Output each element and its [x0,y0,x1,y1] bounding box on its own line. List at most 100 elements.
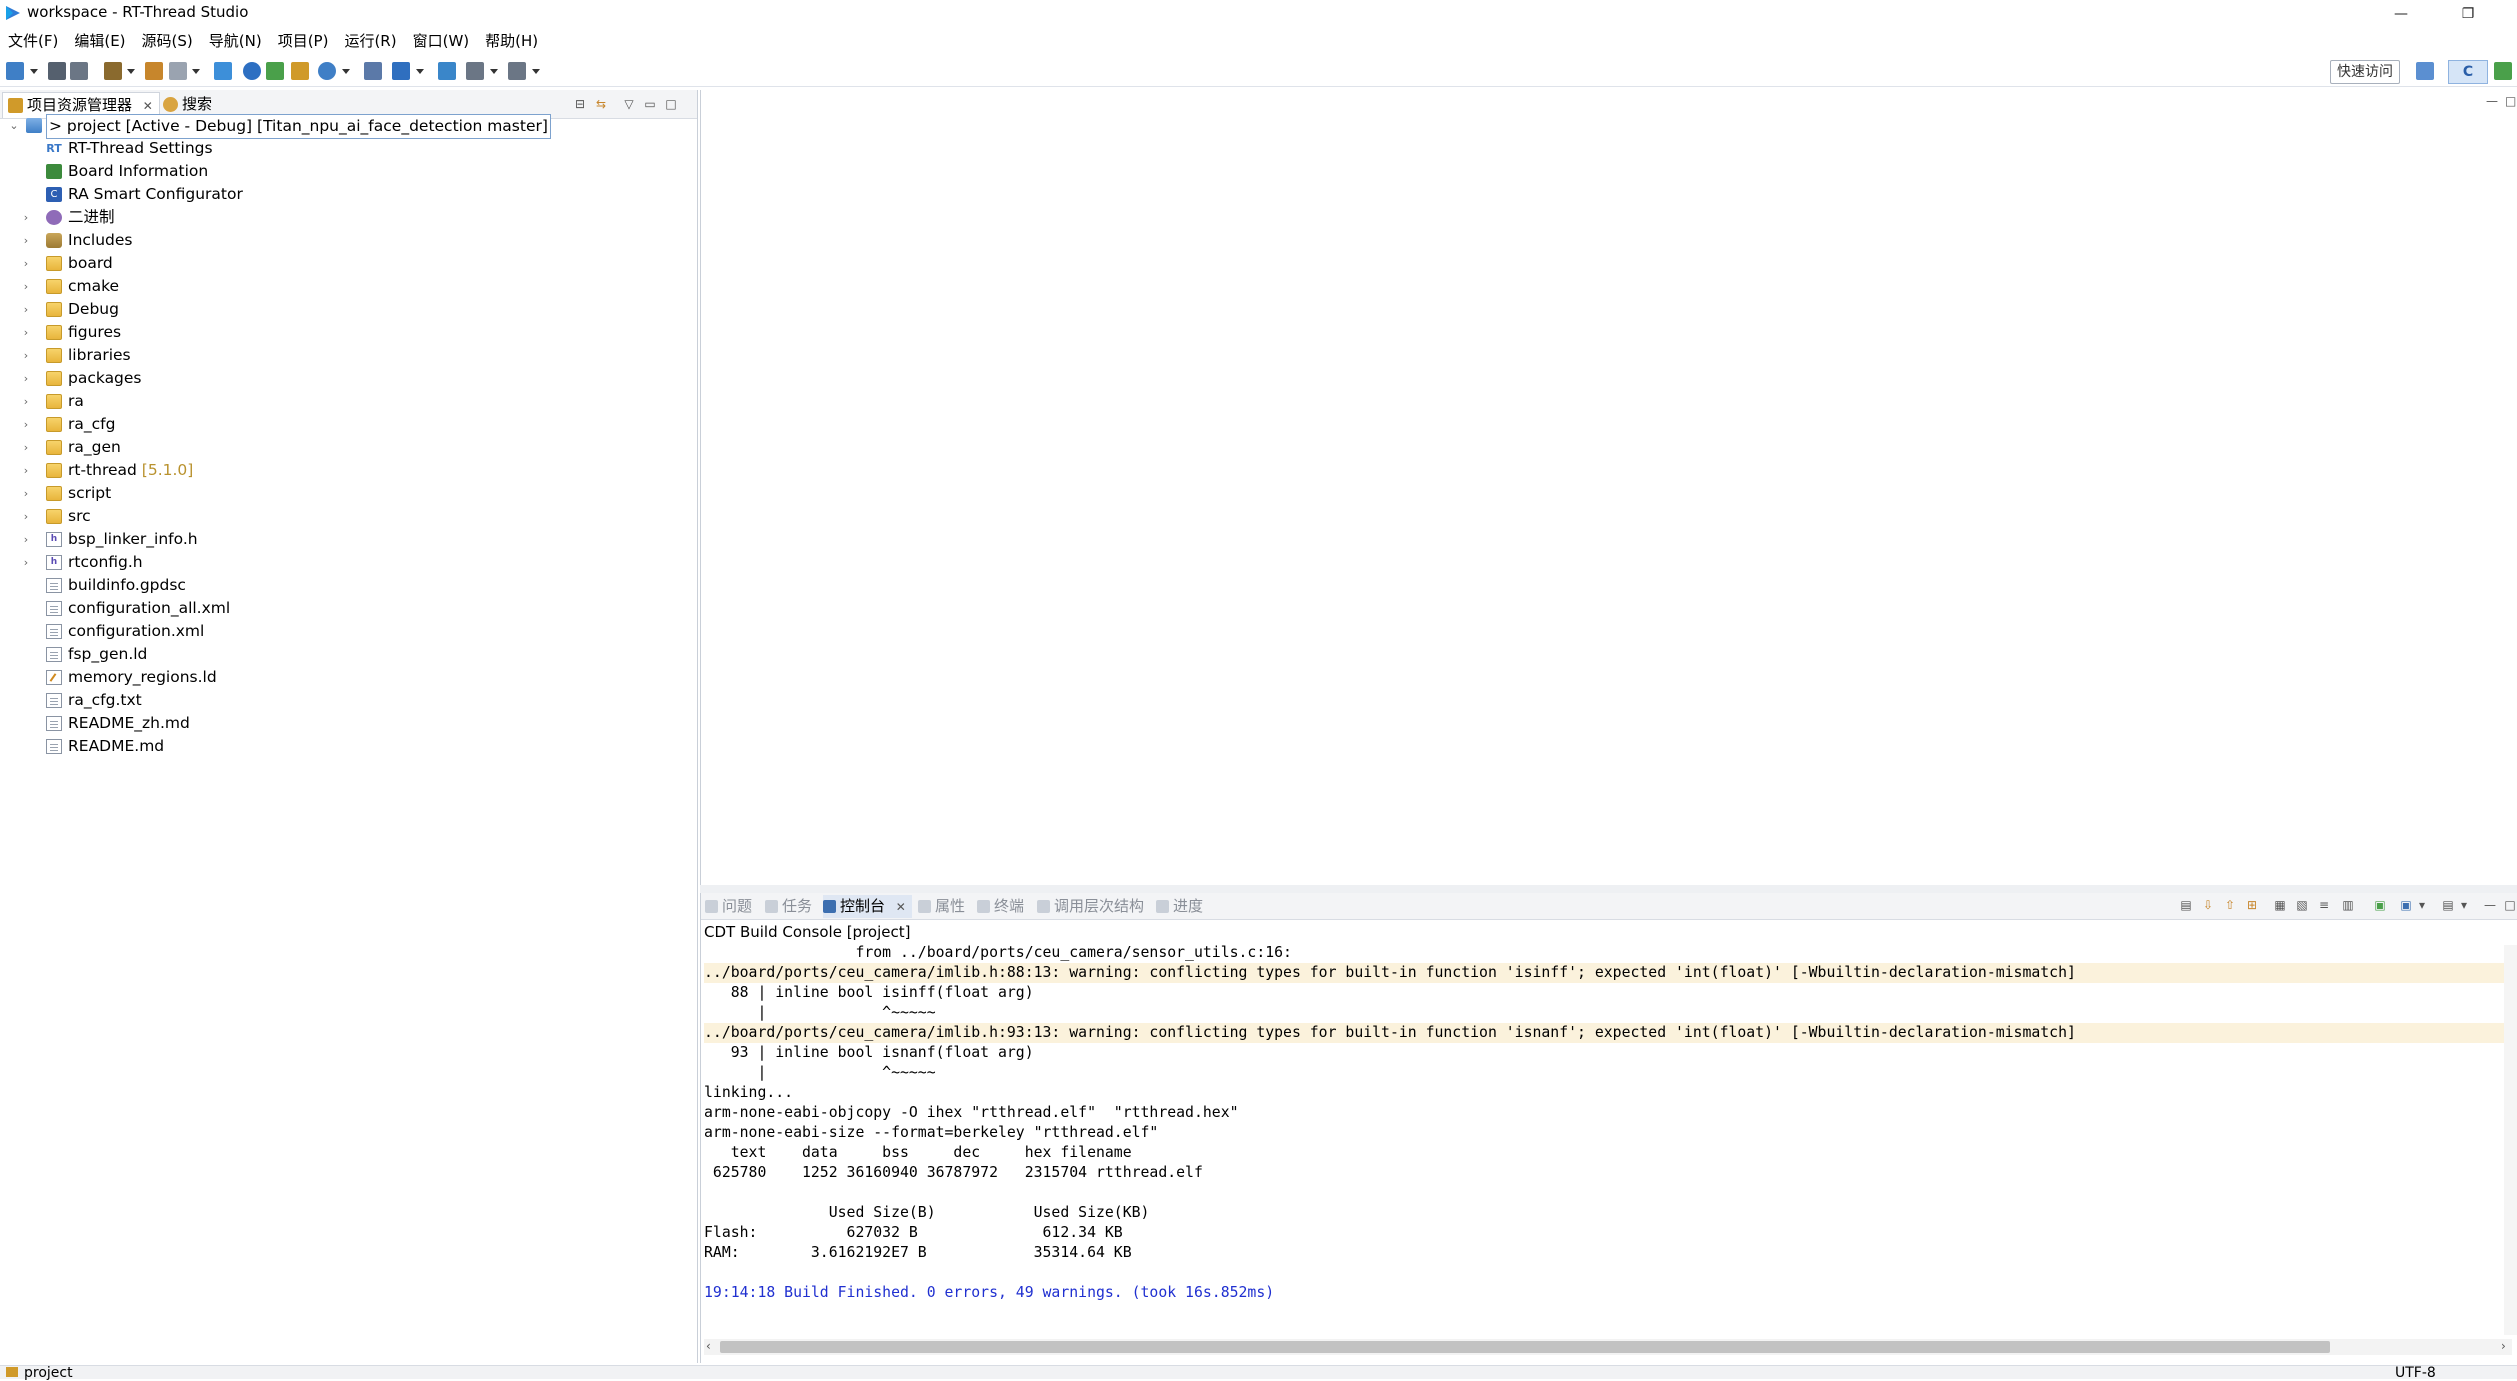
menu-file[interactable]: 文件(F) [0,29,66,53]
tree-item[interactable]: configuration_all.xml [0,597,697,620]
tree-item[interactable]: memory_regions.ld [0,666,697,689]
collapse-arrow-icon[interactable]: › [20,321,32,344]
back-arrow-icon[interactable] [466,62,484,80]
tree-item[interactable]: › cmake [0,275,697,298]
console-view-dropdown-icon[interactable]: ▾ [2457,899,2471,911]
close-console-icon[interactable]: ✕ [896,900,906,914]
collapse-arrow-icon[interactable]: › [20,275,32,298]
tree-item[interactable]: ra_cfg.txt [0,689,697,712]
console-output[interactable]: from ../board/ports/ceu_camera/sensor_ut… [704,943,2512,1333]
new-icon[interactable] [6,62,24,80]
tree-item[interactable]: › libraries [0,344,697,367]
collapse-arrow-icon[interactable]: › [20,528,32,551]
clean-icon[interactable] [169,62,187,80]
collapse-arrow-icon[interactable]: › [20,298,32,321]
word-wrap-icon[interactable]: ▦ [2273,899,2287,911]
restore-button[interactable]: ❐ [2445,0,2491,28]
tree-item[interactable]: › figures [0,321,697,344]
pin-console-icon[interactable]: ▧ [2295,899,2309,911]
view-menu-icon[interactable]: ▽ [622,98,636,110]
menu-help[interactable]: 帮助(H) [477,29,546,53]
minimize-view-icon[interactable]: ▭ [643,98,657,110]
collapse-arrow-icon[interactable]: › [20,459,32,482]
expand-arrow-icon[interactable]: ⌄ [8,114,20,137]
minimize-button[interactable]: — [2378,0,2424,28]
new-dropdown-icon[interactable] [30,69,38,74]
tree-item[interactable]: › script [0,482,697,505]
tab-problems[interactable]: 问题 [705,895,752,918]
scroll-left-icon[interactable]: ‹ [706,1339,711,1353]
collapse-all-icon[interactable]: ⊟ [573,98,587,110]
tree-item[interactable]: › 二进制 [0,206,697,229]
panel-divider[interactable] [700,885,2517,893]
tree-item[interactable]: › ra_cfg [0,413,697,436]
tree-item[interactable]: RT RT-Thread Settings [0,137,697,160]
tree-item[interactable]: › ra [0,390,697,413]
copy-icon[interactable]: ≡ [2317,899,2331,911]
terminal-icon[interactable] [392,62,410,80]
clear-console-icon[interactable]: ▤ [2179,899,2193,911]
new-console-icon[interactable]: ▣ [2399,899,2413,911]
collapse-arrow-icon[interactable]: › [20,229,32,252]
tree-item[interactable]: README_zh.md [0,712,697,735]
tree-item[interactable]: › packages [0,367,697,390]
tab-properties[interactable]: 属性 [918,895,965,918]
quick-access-field[interactable]: 快速访问 [2330,60,2400,84]
c-perspective-button[interactable]: C [2448,60,2488,84]
maximize-view-icon[interactable]: □ [664,98,678,110]
new-console-dropdown-icon[interactable]: ▾ [2415,899,2429,911]
tree-item[interactable]: README.md [0,735,697,758]
console-vertical-scrollbar[interactable] [2504,945,2517,1335]
tab-console[interactable]: 控制台 ✕ [823,895,912,918]
tree-item[interactable]: › rt-thread [5.1.0] [0,459,697,482]
open-console-icon[interactable]: ▣ [2373,899,2387,911]
rebuild-icon[interactable] [145,62,163,80]
tree-item[interactable]: › Debug [0,298,697,321]
settings-gear-icon[interactable] [243,62,261,80]
collapse-arrow-icon[interactable]: › [20,344,32,367]
tree-item[interactable]: › ra_gen [0,436,697,459]
tree-item[interactable]: › h bsp_linker_info.h [0,528,697,551]
menu-source[interactable]: 源码(S) [134,29,201,53]
scrollbar-thumb[interactable] [720,1341,2330,1353]
scroll-right-icon[interactable]: › [2501,1339,2506,1353]
collapse-arrow-icon[interactable]: › [20,436,32,459]
tree-item[interactable]: Board Information [0,160,697,183]
open-folder-icon[interactable] [291,62,309,80]
tab-tasks[interactable]: 任务 [765,895,812,918]
debug-bug-icon[interactable] [266,62,284,80]
close-icon[interactable]: ✕ [143,99,153,113]
tab-call-hierarchy[interactable]: 调用层次结构 [1037,895,1144,918]
collapse-arrow-icon[interactable]: › [20,206,32,229]
collapse-arrow-icon[interactable]: › [20,252,32,275]
link-with-editor-icon[interactable]: ⇆ [594,98,608,110]
maximize-console-icon[interactable]: □ [2503,899,2517,911]
display-selected-console-icon[interactable]: ▥ [2341,899,2355,911]
console-horizontal-scrollbar[interactable]: ‹ › [704,1339,2512,1355]
save-icon[interactable] [48,62,66,80]
tree-item[interactable]: › board [0,252,697,275]
menu-navigate[interactable]: 导航(N) [201,29,270,53]
save-all-icon[interactable] [70,62,88,80]
tree-item[interactable]: › h rtconfig.h [0,551,697,574]
collapse-arrow-icon[interactable]: › [20,413,32,436]
tree-item[interactable]: configuration.xml [0,620,697,643]
build-hammer-icon[interactable] [104,62,122,80]
menu-project[interactable]: 项目(P) [270,29,337,53]
forward-dropdown-icon[interactable] [532,69,540,74]
console-view-icon[interactable]: ▤ [2441,899,2455,911]
back-dropdown-icon[interactable] [490,69,498,74]
open-perspective-icon[interactable] [2416,62,2434,80]
tree-item[interactable]: buildinfo.gpdsc [0,574,697,597]
tree-item[interactable]: ⌄ > project [Active - Debug] [Titan_npu_a… [0,114,697,139]
search-icon[interactable] [318,62,336,80]
search-dropdown-icon[interactable] [342,69,350,74]
tab-progress[interactable]: 进度 [1156,895,1203,918]
debug-perspective-icon[interactable] [2494,62,2512,80]
forward-arrow-icon[interactable] [508,62,526,80]
tab-terminal[interactable]: 终端 [977,895,1024,918]
editor-minimize-icon[interactable]: — [2486,94,2498,108]
minimize-console-icon[interactable]: — [2483,899,2497,911]
collapse-arrow-icon[interactable]: › [20,551,32,574]
package-icon[interactable] [364,62,382,80]
